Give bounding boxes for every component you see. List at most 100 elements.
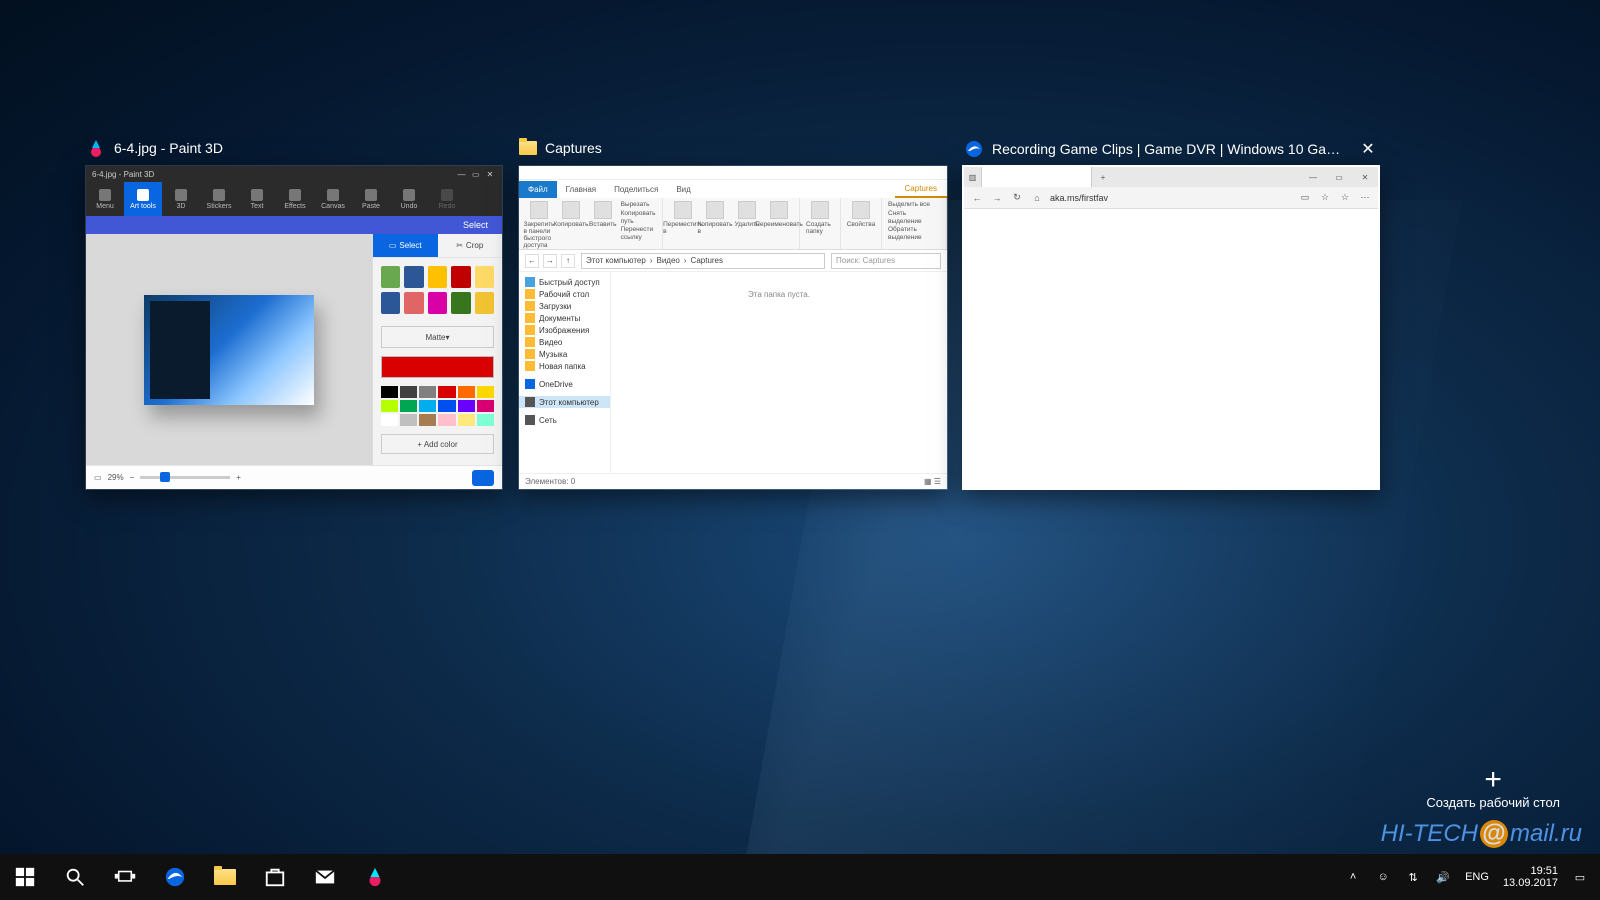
- color-palette[interactable]: [373, 382, 502, 430]
- reload-icon[interactable]: ↻: [1010, 191, 1024, 205]
- tab-paste[interactable]: Paste: [352, 182, 390, 216]
- color-swatch[interactable]: [381, 386, 398, 398]
- clock[interactable]: 19:51 13.09.2017: [1503, 865, 1558, 889]
- tabs-aside-icon[interactable]: ▥: [964, 167, 982, 187]
- favorite-icon[interactable]: ☆: [1318, 191, 1332, 205]
- browser-tab[interactable]: [982, 167, 1092, 187]
- tab-view[interactable]: Вид: [667, 181, 699, 198]
- brush-picker[interactable]: [373, 258, 502, 322]
- cut-button[interactable]: Вырезать: [621, 201, 656, 209]
- copyto-button[interactable]: Копировать в: [701, 201, 729, 235]
- color-swatch[interactable]: [419, 386, 436, 398]
- brush-option[interactable]: [428, 292, 447, 314]
- brush-option[interactable]: [404, 266, 423, 288]
- nav-tree[interactable]: Быстрый доступ Рабочий стол Загрузки Док…: [519, 272, 611, 473]
- search-button[interactable]: [50, 854, 100, 900]
- nav-back[interactable]: ←: [525, 254, 539, 268]
- pin-button[interactable]: Закрепить в панели быстрого доступа: [525, 201, 553, 249]
- select-tool[interactable]: ▭ Select: [373, 234, 438, 257]
- taskbar-app-explorer[interactable]: [200, 854, 250, 900]
- tab-file[interactable]: Файл: [519, 181, 557, 198]
- minimize-button[interactable]: —: [1300, 167, 1326, 187]
- color-swatch[interactable]: [477, 400, 494, 412]
- taskbar-app-paint3d[interactable]: [350, 854, 400, 900]
- minimize-button[interactable]: —: [456, 170, 468, 179]
- close-icon[interactable]: ✕: [1358, 139, 1378, 159]
- breadcrumb[interactable]: Этот компьютер › Видео › Captures: [581, 253, 825, 269]
- color-swatch[interactable]: [400, 400, 417, 412]
- paste-button[interactable]: Вставить: [589, 201, 617, 228]
- color-swatch[interactable]: [400, 414, 417, 426]
- color-swatch[interactable]: [458, 400, 475, 412]
- brush-option[interactable]: [381, 266, 400, 288]
- hub-icon[interactable]: ☆: [1338, 191, 1352, 205]
- nav-back-icon[interactable]: ←: [970, 191, 984, 205]
- tab-home[interactable]: Главная: [557, 181, 605, 198]
- color-swatch[interactable]: [477, 414, 494, 426]
- maximize-button[interactable]: ▭: [470, 170, 482, 179]
- moveto-button[interactable]: Переместить в: [669, 201, 697, 235]
- tray-chevron-icon[interactable]: ˄: [1345, 869, 1361, 885]
- address-bar[interactable]: aka.ms/firstfav: [1050, 193, 1292, 203]
- add-color-button[interactable]: + Add color: [381, 434, 494, 454]
- nav-forward-icon[interactable]: →: [990, 191, 1004, 205]
- pastelink-button[interactable]: Перенести ссылку: [621, 226, 656, 242]
- color-swatch[interactable]: [477, 386, 494, 398]
- tab-stickers[interactable]: Stickers: [200, 182, 238, 216]
- taskbar-app-mail[interactable]: [300, 854, 350, 900]
- brush-option[interactable]: [381, 292, 400, 314]
- color-swatch[interactable]: [458, 386, 475, 398]
- color-swatch[interactable]: [381, 400, 398, 412]
- rename-button[interactable]: Переименовать: [765, 201, 793, 228]
- taskview-card-edge[interactable]: Recording Game Clips | Game DVR | Window…: [962, 165, 1380, 490]
- copypath-button[interactable]: Копировать путь: [621, 210, 656, 226]
- new-desktop-button[interactable]: + Создать рабочий стол: [1426, 765, 1560, 810]
- color-swatch[interactable]: [400, 386, 417, 398]
- selectnone-button[interactable]: Снять выделение: [888, 210, 940, 226]
- tab-menu[interactable]: Menu: [86, 182, 124, 216]
- color-swatch[interactable]: [458, 414, 475, 426]
- reading-icon[interactable]: ▭: [1298, 191, 1312, 205]
- close-button[interactable]: ✕: [1352, 167, 1378, 187]
- home-icon[interactable]: ⌂: [1030, 191, 1044, 205]
- tab-context[interactable]: Captures: [895, 181, 947, 198]
- taskview-card-paint3d[interactable]: 6-4.jpg - Paint 3D 6-4.jpg - Paint 3D — …: [85, 165, 503, 490]
- brush-option[interactable]: [451, 266, 470, 288]
- fit-icon[interactable]: ▭: [94, 473, 102, 482]
- brush-option[interactable]: [451, 292, 470, 314]
- color-swatch[interactable]: [438, 386, 455, 398]
- action-center-icon[interactable]: ▭: [1572, 869, 1588, 885]
- tab-history[interactable]: Redo: [428, 182, 466, 216]
- close-button[interactable]: ✕: [484, 170, 496, 179]
- invert-button[interactable]: Обратить выделение: [888, 226, 940, 242]
- tab-3d[interactable]: 3D: [162, 182, 200, 216]
- zoom-in[interactable]: +: [236, 473, 241, 482]
- copy-button[interactable]: Копировать: [557, 201, 585, 228]
- tab-share[interactable]: Поделиться: [605, 181, 667, 198]
- color-swatch[interactable]: [438, 414, 455, 426]
- maximize-button[interactable]: ▭: [1326, 167, 1352, 187]
- newfolder-button[interactable]: Создать папку: [806, 201, 834, 235]
- paint3d-canvas[interactable]: [86, 234, 372, 465]
- people-icon[interactable]: ☺: [1375, 869, 1391, 885]
- nav-up[interactable]: ↑: [561, 254, 575, 268]
- zoom-slider[interactable]: [140, 476, 230, 479]
- tab-canvas[interactable]: Canvas: [314, 182, 352, 216]
- tab-undo[interactable]: Undo: [390, 182, 428, 216]
- search-input[interactable]: Поиск: Captures: [831, 253, 941, 269]
- view-mode-toggle[interactable]: [472, 470, 494, 486]
- brush-option[interactable]: [404, 292, 423, 314]
- brush-option[interactable]: [475, 266, 494, 288]
- tab-text[interactable]: Text: [238, 182, 276, 216]
- new-tab-button[interactable]: +: [1092, 167, 1114, 187]
- volume-icon[interactable]: 🔊: [1435, 869, 1451, 885]
- tab-art-tools[interactable]: Art tools: [124, 182, 162, 216]
- current-color[interactable]: [381, 356, 494, 378]
- brush-option[interactable]: [428, 266, 447, 288]
- language-indicator[interactable]: ENG: [1465, 871, 1489, 883]
- color-swatch[interactable]: [419, 400, 436, 412]
- material-dropdown[interactable]: Matte ▾: [381, 326, 494, 348]
- selectall-button[interactable]: Выделить все: [888, 201, 940, 209]
- color-swatch[interactable]: [381, 414, 398, 426]
- taskbar-app-edge[interactable]: [150, 854, 200, 900]
